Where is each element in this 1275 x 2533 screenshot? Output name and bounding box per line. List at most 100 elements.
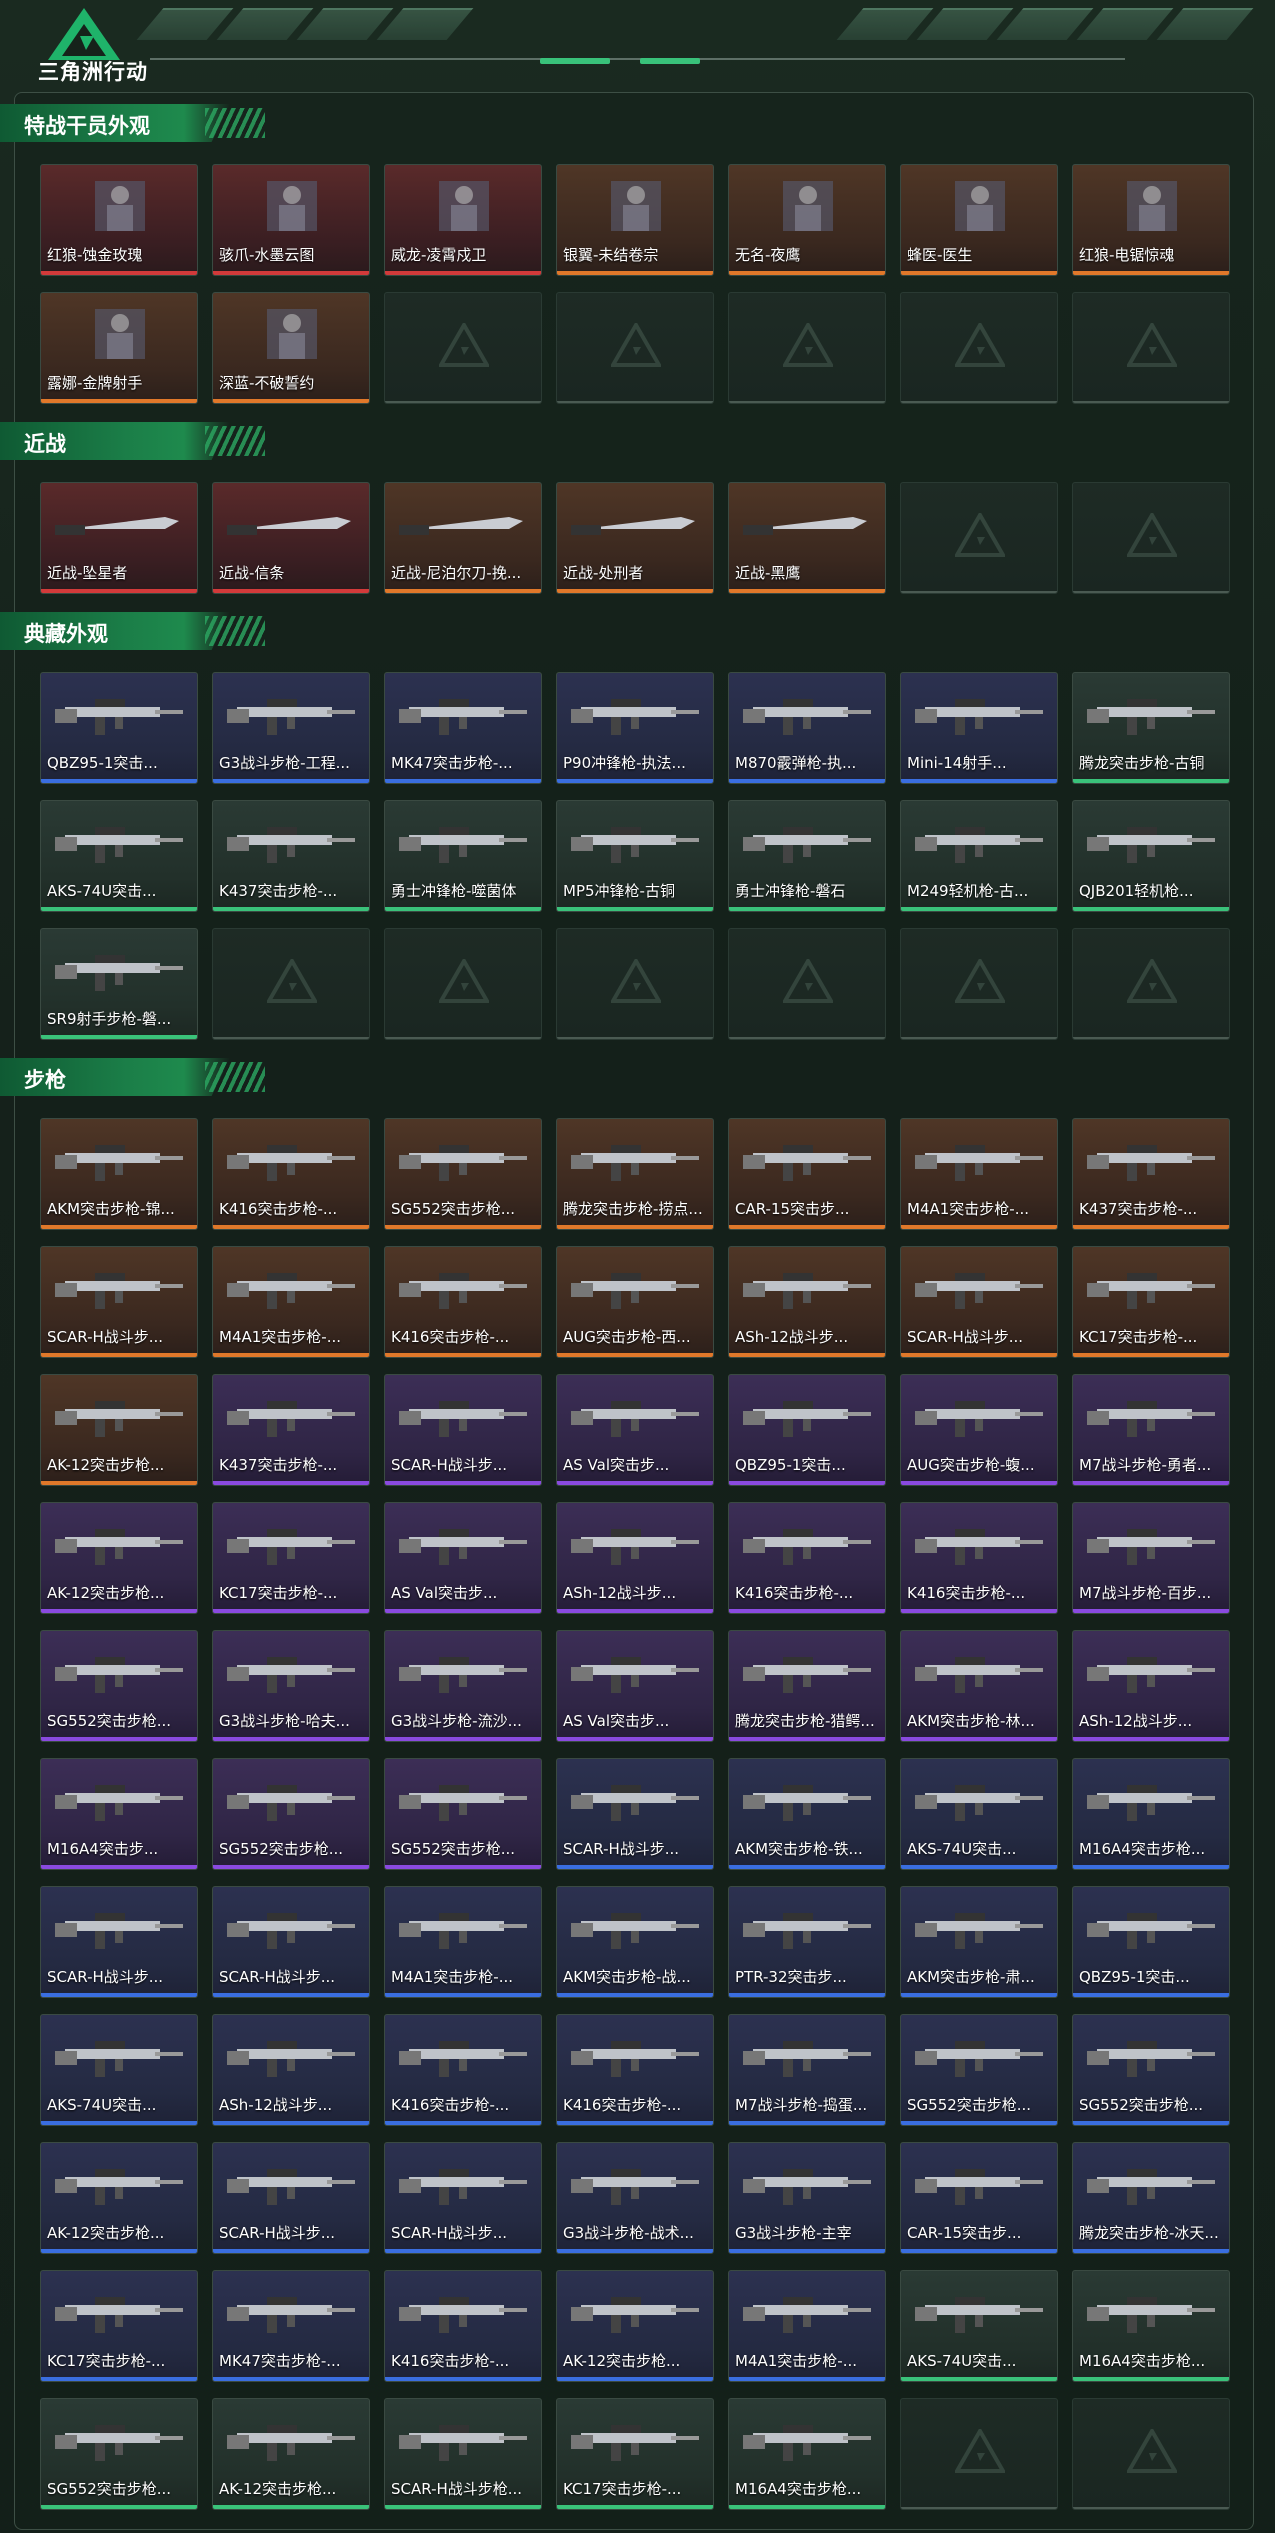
item-card[interactable]: MK47突击步枪-... [384,672,542,784]
item-card[interactable]: P90冲锋枪-执法... [556,672,714,784]
item-card[interactable]: 腾龙突击步枪-古铜 [1072,672,1230,784]
item-card[interactable]: K416突击步枪-... [384,2014,542,2126]
item-card[interactable]: M16A4突击步枪... [1072,1758,1230,1870]
item-card[interactable]: AK-12突击步枪... [212,2398,370,2510]
item-card[interactable]: 威龙-凌霄戍卫 [384,164,542,276]
item-card[interactable]: K416突击步枪-... [900,1502,1058,1614]
item-card[interactable]: SG552突击步枪... [40,2398,198,2510]
item-card[interactable]: AK-12突击步枪... [40,1502,198,1614]
item-card[interactable]: SCAR-H战斗步... [212,2142,370,2254]
item-card[interactable]: K416突击步枪-... [728,1502,886,1614]
item-card[interactable]: AKS-74U突击... [900,2270,1058,2382]
item-card[interactable]: K437突击步枪-... [212,800,370,912]
item-card[interactable]: M249轻机枪-古... [900,800,1058,912]
item-card[interactable]: QJB201轻机枪... [1072,800,1230,912]
item-card[interactable]: KC17突击步枪-... [556,2398,714,2510]
item-card[interactable]: K437突击步枪-... [1072,1118,1230,1230]
item-card[interactable]: 银翼-未结卷宗 [556,164,714,276]
item-card[interactable]: G3战斗步枪-战术... [556,2142,714,2254]
item-card[interactable]: AKM突击步枪-肃... [900,1886,1058,1998]
item-card[interactable]: G3战斗步枪-工程... [212,672,370,784]
item-card[interactable]: K416突击步枪-... [212,1118,370,1230]
item-card[interactable]: G3战斗步枪-流沙... [384,1630,542,1742]
item-card[interactable]: K416突击步枪-... [556,2014,714,2126]
item-card[interactable]: M16A4突击步... [40,1758,198,1870]
item-card[interactable]: M7战斗步枪-勇者... [1072,1374,1230,1486]
item-card[interactable]: SCAR-H战斗步... [384,2142,542,2254]
item-card[interactable]: AK-12突击步枪... [40,2142,198,2254]
item-card[interactable]: AUG突击步枪-西... [556,1246,714,1358]
item-card[interactable]: AKM突击步枪-林... [900,1630,1058,1742]
item-card[interactable]: 勇士冲锋枪-噬菌体 [384,800,542,912]
item-card[interactable]: 近战-尼泊尔刀-挽... [384,482,542,594]
item-card[interactable]: M870霰弹枪-执... [728,672,886,784]
item-card[interactable]: QBZ95-1突击... [1072,1886,1230,1998]
item-card[interactable]: 深蓝-不破誓约 [212,292,370,404]
item-card[interactable]: M16A4突击步枪... [728,2398,886,2510]
item-card[interactable]: SR9射手步枪-磐... [40,928,198,1040]
item-card[interactable]: M16A4突击步枪... [1072,2270,1230,2382]
item-card[interactable]: KC17突击步枪-... [212,1502,370,1614]
item-card[interactable]: AS Val突击步... [556,1630,714,1742]
item-card[interactable]: AS Val突击步... [556,1374,714,1486]
item-card[interactable]: AK-12突击步枪... [556,2270,714,2382]
item-card[interactable]: 腾龙突击步枪-猎鳄... [728,1630,886,1742]
item-card[interactable]: ASh-12战斗步... [728,1246,886,1358]
item-card[interactable]: 红狼-电锯惊魂 [1072,164,1230,276]
item-card[interactable]: PTR-32突击步... [728,1886,886,1998]
item-card[interactable]: SG552突击步枪... [40,1630,198,1742]
item-card[interactable]: 骇爪-水墨云图 [212,164,370,276]
item-card[interactable]: M4A1突击步枪-... [384,1886,542,1998]
item-card[interactable]: SCAR-H战斗步... [40,1246,198,1358]
item-card[interactable]: SCAR-H战斗步... [384,1374,542,1486]
item-card[interactable]: CAR-15突击步... [728,1118,886,1230]
item-card[interactable]: ASh-12战斗步... [1072,1630,1230,1742]
item-card[interactable]: MP5冲锋枪-古铜 [556,800,714,912]
item-card[interactable]: SCAR-H战斗步... [40,1886,198,1998]
item-card[interactable]: 腾龙突击步枪-冰天... [1072,2142,1230,2254]
item-card[interactable]: KC17突击步枪-... [1072,1246,1230,1358]
item-card[interactable]: SCAR-H战斗步... [900,1246,1058,1358]
item-card[interactable]: SG552突击步枪... [212,1758,370,1870]
item-card[interactable]: 无名-夜鹰 [728,164,886,276]
item-card[interactable]: 露娜-金牌射手 [40,292,198,404]
item-card[interactable]: QBZ95-1突击... [728,1374,886,1486]
item-card[interactable]: ASh-12战斗步... [556,1502,714,1614]
item-card[interactable]: 近战-处刑者 [556,482,714,594]
item-card[interactable]: SG552突击步枪... [384,1758,542,1870]
item-card[interactable]: ASh-12战斗步... [212,2014,370,2126]
item-card[interactable]: QBZ95-1突击... [40,672,198,784]
item-card[interactable]: M7战斗步枪-百步... [1072,1502,1230,1614]
item-card[interactable]: 近战-坠星者 [40,482,198,594]
item-card[interactable]: M4A1突击步枪-... [728,2270,886,2382]
item-card[interactable]: M4A1突击步枪-... [212,1246,370,1358]
item-card[interactable]: 近战-黑鹰 [728,482,886,594]
item-card[interactable]: 近战-信条 [212,482,370,594]
item-card[interactable]: SG552突击步枪... [384,1118,542,1230]
item-card[interactable]: AK-12突击步枪... [40,1374,198,1486]
item-card[interactable]: SCAR-H战斗步枪... [384,2398,542,2510]
item-card[interactable]: SG552突击步枪... [900,2014,1058,2126]
item-card[interactable]: 蜂医-医生 [900,164,1058,276]
item-card[interactable]: Mini-14射手... [900,672,1058,784]
item-card[interactable]: AKS-74U突击... [40,2014,198,2126]
item-card[interactable]: M4A1突击步枪-... [900,1118,1058,1230]
item-card[interactable]: SG552突击步枪... [1072,2014,1230,2126]
item-card[interactable]: CAR-15突击步... [900,2142,1058,2254]
item-card[interactable]: M7战斗步枪-捣蛋... [728,2014,886,2126]
item-card[interactable]: AKS-74U突击... [900,1758,1058,1870]
item-card[interactable]: MK47突击步枪-... [212,2270,370,2382]
item-card[interactable]: K416突击步枪-... [384,2270,542,2382]
item-card[interactable]: SCAR-H战斗步... [212,1886,370,1998]
item-card[interactable]: 腾龙突击步枪-捞点... [556,1118,714,1230]
item-card[interactable]: AKS-74U突击... [40,800,198,912]
item-card[interactable]: K416突击步枪-... [384,1246,542,1358]
item-card[interactable]: KC17突击步枪-... [40,2270,198,2382]
item-card[interactable]: AKM突击步枪-锦... [40,1118,198,1230]
item-card[interactable]: SCAR-H战斗步... [556,1758,714,1870]
item-card[interactable]: G3战斗步枪-主宰 [728,2142,886,2254]
item-card[interactable]: AKM突击步枪-战... [556,1886,714,1998]
item-card[interactable]: 红狼-蚀金玫瑰 [40,164,198,276]
item-card[interactable]: AKM突击步枪-铁... [728,1758,886,1870]
item-card[interactable]: K437突击步枪-... [212,1374,370,1486]
